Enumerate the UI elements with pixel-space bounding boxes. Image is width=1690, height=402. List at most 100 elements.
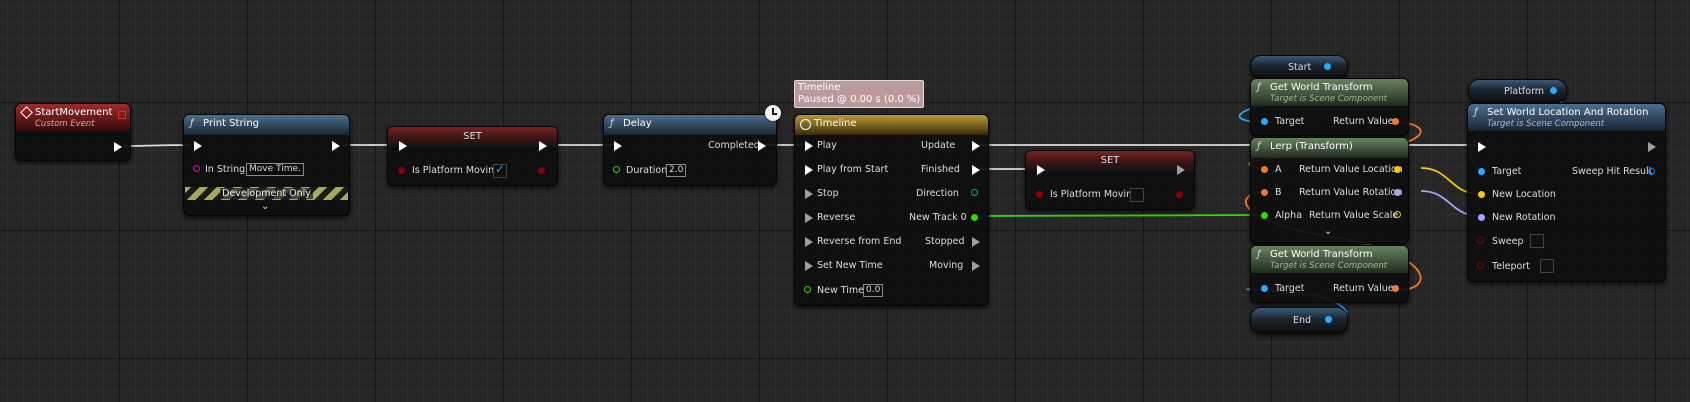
stopped-label: Stopped xyxy=(925,236,965,247)
end-variable-node[interactable]: End xyxy=(1250,307,1348,334)
new-track-0-out-pin[interactable] xyxy=(971,214,978,221)
exec-in-pin[interactable] xyxy=(194,141,202,151)
set-world-location-and-rotation-node[interactable]: ƒ Set World Location And Rotation Target… xyxy=(1467,103,1666,282)
play-from-start-pin[interactable] xyxy=(805,165,813,175)
sweep-hit-result-pin[interactable] xyxy=(1648,168,1655,175)
sweep-label: Sweep xyxy=(1492,236,1524,247)
timeline-node[interactable]: Timeline Play Play from Start Stop Rever… xyxy=(794,114,989,306)
set-is-platform-moving-node-1[interactable]: SET Is Platform Moving ✓ xyxy=(387,126,558,186)
reverse-from-end-pin[interactable] xyxy=(805,237,813,247)
new-location-pin[interactable] xyxy=(1478,191,1485,198)
node-header: ƒ Get World Transform Target is Scene Co… xyxy=(1251,246,1408,273)
return-rotation-pin[interactable] xyxy=(1394,189,1401,196)
duration-pin[interactable] xyxy=(613,166,620,173)
exec-out-pin[interactable] xyxy=(1648,142,1656,152)
bool-out-pin[interactable] xyxy=(538,167,545,174)
platform-out-pin[interactable] xyxy=(1550,87,1557,94)
finished-exec-out-pin[interactable] xyxy=(972,165,980,175)
target-label: Target xyxy=(1275,116,1305,127)
set-header: SET xyxy=(388,127,557,147)
function-icon: ƒ xyxy=(190,118,194,129)
node-subtitle: Target is Scene Component xyxy=(1270,261,1388,271)
new-time-pin[interactable] xyxy=(804,286,811,293)
completed-exec-out-pin[interactable] xyxy=(758,141,766,151)
function-icon: ƒ xyxy=(610,118,614,129)
function-icon: ƒ xyxy=(1474,107,1478,118)
node-header: ƒ Set World Location And Rotation Target… xyxy=(1468,104,1665,131)
event-diamond-icon xyxy=(20,106,33,119)
start-variable-node[interactable]: Start xyxy=(1250,55,1348,79)
get-world-transform-node-2[interactable]: ƒ Get World Transform Target is Scene Co… xyxy=(1250,245,1409,303)
platform-variable-node[interactable]: Platform xyxy=(1468,79,1567,103)
delay-node[interactable]: ƒ Delay Completed Duration 2.0 xyxy=(603,114,777,186)
start-movement-event-node[interactable]: StartMovement Custom Event xyxy=(15,103,131,161)
exec-in-pin[interactable] xyxy=(1478,142,1486,152)
latent-clock-icon xyxy=(765,105,781,121)
update-exec-out-pin[interactable] xyxy=(972,141,980,151)
target-pin[interactable] xyxy=(1261,285,1268,292)
bool-in-pin[interactable] xyxy=(1036,191,1043,198)
set-is-platform-moving-node-2[interactable]: SET Is Platform Moving xyxy=(1025,150,1195,210)
target-pin[interactable] xyxy=(1261,118,1268,125)
direction-out-pin[interactable] xyxy=(971,189,978,196)
new-track-0-label: New Track 0 xyxy=(909,212,967,223)
node-header: ƒ Delay xyxy=(604,115,776,135)
b-pin[interactable] xyxy=(1261,189,1268,196)
reverse-label: Reverse xyxy=(817,212,856,223)
node-title: Print String xyxy=(203,118,260,129)
stop-pin[interactable] xyxy=(805,189,813,199)
return-value-label: Return Value xyxy=(1333,283,1394,294)
return-value-pin[interactable] xyxy=(1392,285,1399,292)
return-value-pin[interactable] xyxy=(1392,118,1399,125)
sweep-pin[interactable] xyxy=(1477,237,1484,244)
exec-out-pin[interactable] xyxy=(114,142,122,152)
node-header: Timeline xyxy=(795,115,988,135)
function-icon: ƒ xyxy=(1257,249,1261,260)
is-platform-moving-checkbox[interactable] xyxy=(1130,188,1144,202)
float-wire-alpha xyxy=(978,214,1266,217)
play-pin[interactable] xyxy=(805,141,813,151)
exec-in-pin[interactable] xyxy=(614,141,622,151)
teleport-pin[interactable] xyxy=(1477,262,1484,269)
bool-out-pin[interactable] xyxy=(1176,191,1183,198)
reverse-pin[interactable] xyxy=(805,213,813,223)
target-pin[interactable] xyxy=(1478,168,1485,175)
new-time-input[interactable]: 0.0 xyxy=(863,284,884,297)
return-scale-pin[interactable] xyxy=(1394,211,1401,218)
start-out-pin[interactable] xyxy=(1324,63,1331,70)
a-pin[interactable] xyxy=(1261,166,1268,173)
exec-out-pin[interactable] xyxy=(1177,165,1185,175)
exec-out-pin[interactable] xyxy=(539,141,547,151)
duration-input[interactable]: 2.0 xyxy=(666,164,687,177)
is-platform-moving-checkbox[interactable]: ✓ xyxy=(493,162,507,178)
development-only-label: Development Only xyxy=(220,188,313,199)
teleport-label: Teleport xyxy=(1492,261,1530,272)
print-string-node[interactable]: ƒ Print String In String Move Time. Deve… xyxy=(183,114,350,216)
new-rotation-pin[interactable] xyxy=(1478,214,1485,221)
in-string-pin[interactable] xyxy=(193,165,200,172)
get-world-transform-node-1[interactable]: ƒ Get World Transform Target is Scene Co… xyxy=(1250,78,1409,136)
return-location-pin[interactable] xyxy=(1394,166,1401,173)
teleport-checkbox[interactable] xyxy=(1540,259,1554,273)
reverse-from-end-label: Reverse from End xyxy=(817,236,902,247)
sweep-checkbox[interactable] xyxy=(1530,234,1544,248)
expand-chevron-icon[interactable]: ⌄ xyxy=(1324,226,1332,237)
exec-out-pin[interactable] xyxy=(332,141,340,151)
return-scale-label: Return Value Scale xyxy=(1309,210,1399,221)
set-new-time-pin[interactable] xyxy=(805,261,813,271)
end-out-pin[interactable] xyxy=(1325,316,1332,323)
bool-in-pin[interactable] xyxy=(398,167,405,174)
delegate-pin-icon[interactable] xyxy=(118,111,126,119)
exec-in-pin[interactable] xyxy=(1037,165,1045,175)
lerp-transform-node[interactable]: ƒ Lerp (Transform) A B Alpha Return Valu… xyxy=(1250,137,1409,244)
moving-exec-out-pin[interactable] xyxy=(972,261,980,271)
new-rotation-label: New Rotation xyxy=(1492,212,1556,223)
stopped-exec-out-pin[interactable] xyxy=(972,237,980,247)
exec-in-pin[interactable] xyxy=(399,141,407,151)
completed-label: Completed xyxy=(708,140,760,151)
node-title: Timeline xyxy=(814,118,857,129)
in-string-input[interactable]: Move Time. xyxy=(246,163,304,176)
node-subtitle: Custom Event xyxy=(35,119,95,129)
alpha-pin[interactable] xyxy=(1261,212,1268,219)
expand-chevron-icon[interactable]: ⌄ xyxy=(261,201,269,212)
